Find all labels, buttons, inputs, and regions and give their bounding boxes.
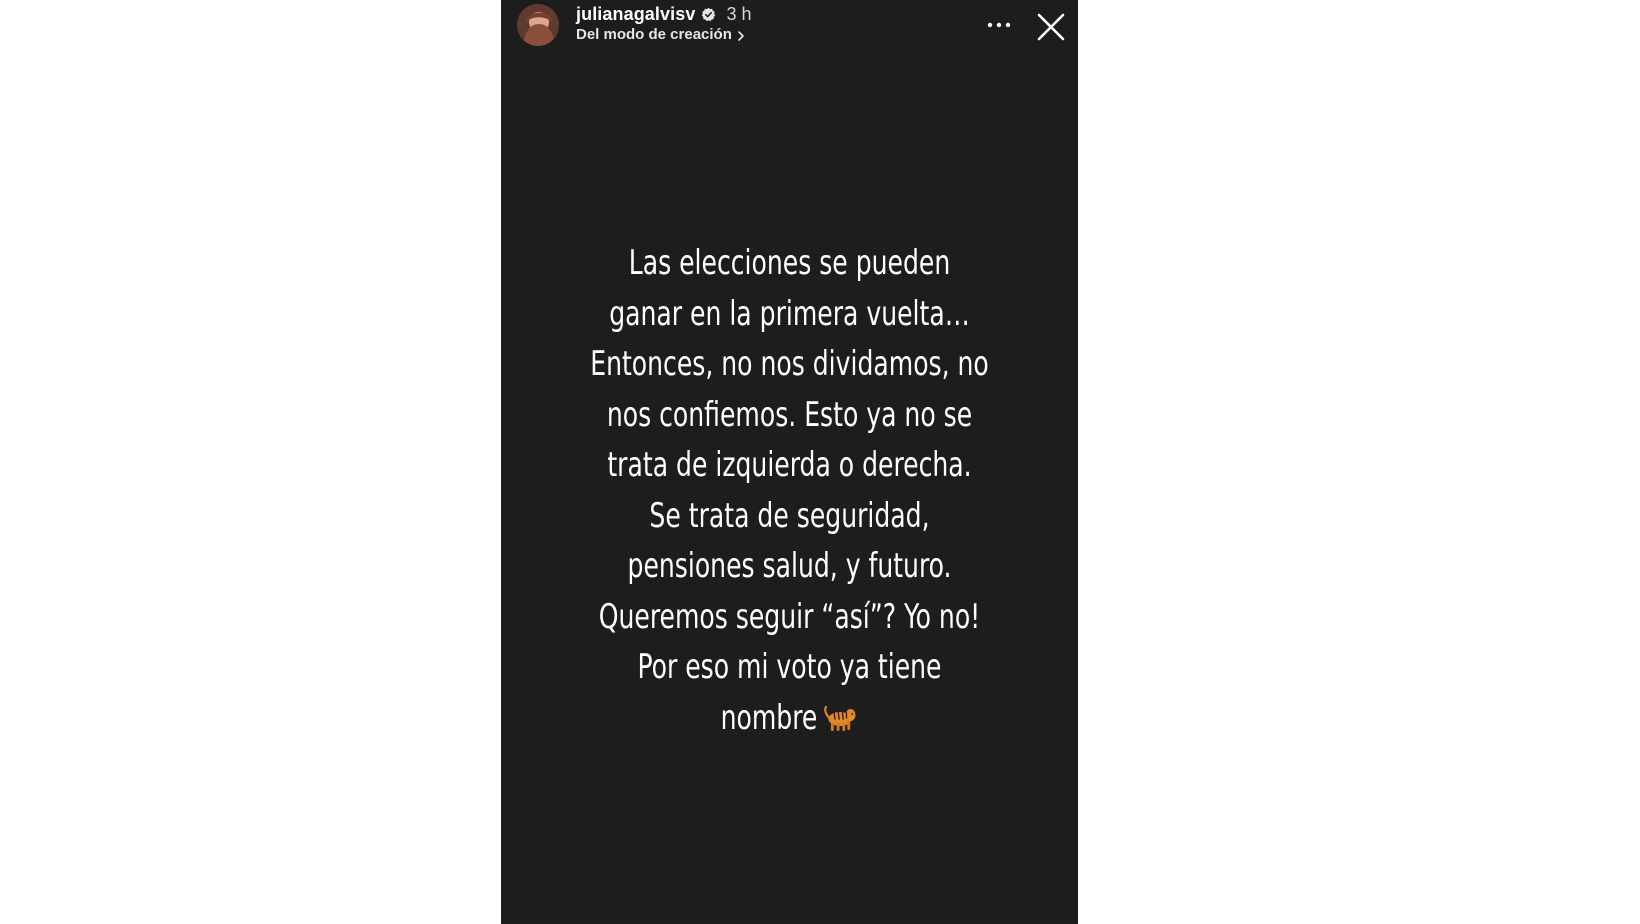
- story-text-last-line: nombre: [553, 693, 1026, 744]
- story-text-line: nos confiemos. Esto ya no se: [606, 394, 973, 435]
- story-text-line: pensiones salud, y futuro.: [627, 546, 952, 586]
- user-meta: julianagalvisv 3 h Del modo de creación: [576, 3, 752, 44]
- username[interactable]: julianagalvisv: [576, 4, 695, 25]
- chevron-right-icon: [736, 29, 746, 41]
- story-timestamp: 3 h: [726, 3, 752, 24]
- close-button[interactable]: [1034, 10, 1068, 44]
- story-text-line: Entonces, no nos dividamos, no: [590, 344, 989, 384]
- story-source-link[interactable]: Del modo de creación: [576, 26, 752, 43]
- story-text-line: trata de izquierda o derecha.: [607, 445, 972, 485]
- story-text-line: Por eso mi voto ya tiene: [637, 647, 942, 687]
- story-text-line: Las elecciones se pueden: [628, 243, 951, 283]
- more-options-icon: [987, 22, 1011, 28]
- avatar-photo: [517, 4, 559, 46]
- tiger-icon: [822, 697, 858, 731]
- verified-badge-icon: [701, 7, 716, 22]
- story-text-line: ganar en la primera vuelta…: [609, 293, 970, 334]
- close-icon: [1037, 13, 1065, 41]
- avatar[interactable]: [517, 4, 559, 46]
- story-text: Las elecciones se pueden ganar en la pri…: [501, 238, 1078, 743]
- story-text-line: nombre: [720, 697, 818, 738]
- story-viewer[interactable]: julianagalvisv 3 h Del modo de creación: [501, 0, 1078, 924]
- story-text-line: Se trata de seguridad,: [649, 495, 930, 536]
- story-source-label: Del modo de creación: [576, 26, 732, 43]
- user-row: julianagalvisv 3 h: [576, 3, 752, 25]
- more-options-button[interactable]: [981, 12, 1017, 38]
- story-text-line: Queremos seguir “así”? Yo no!: [598, 596, 981, 637]
- story-header: julianagalvisv 3 h Del modo de creación: [501, 0, 1078, 56]
